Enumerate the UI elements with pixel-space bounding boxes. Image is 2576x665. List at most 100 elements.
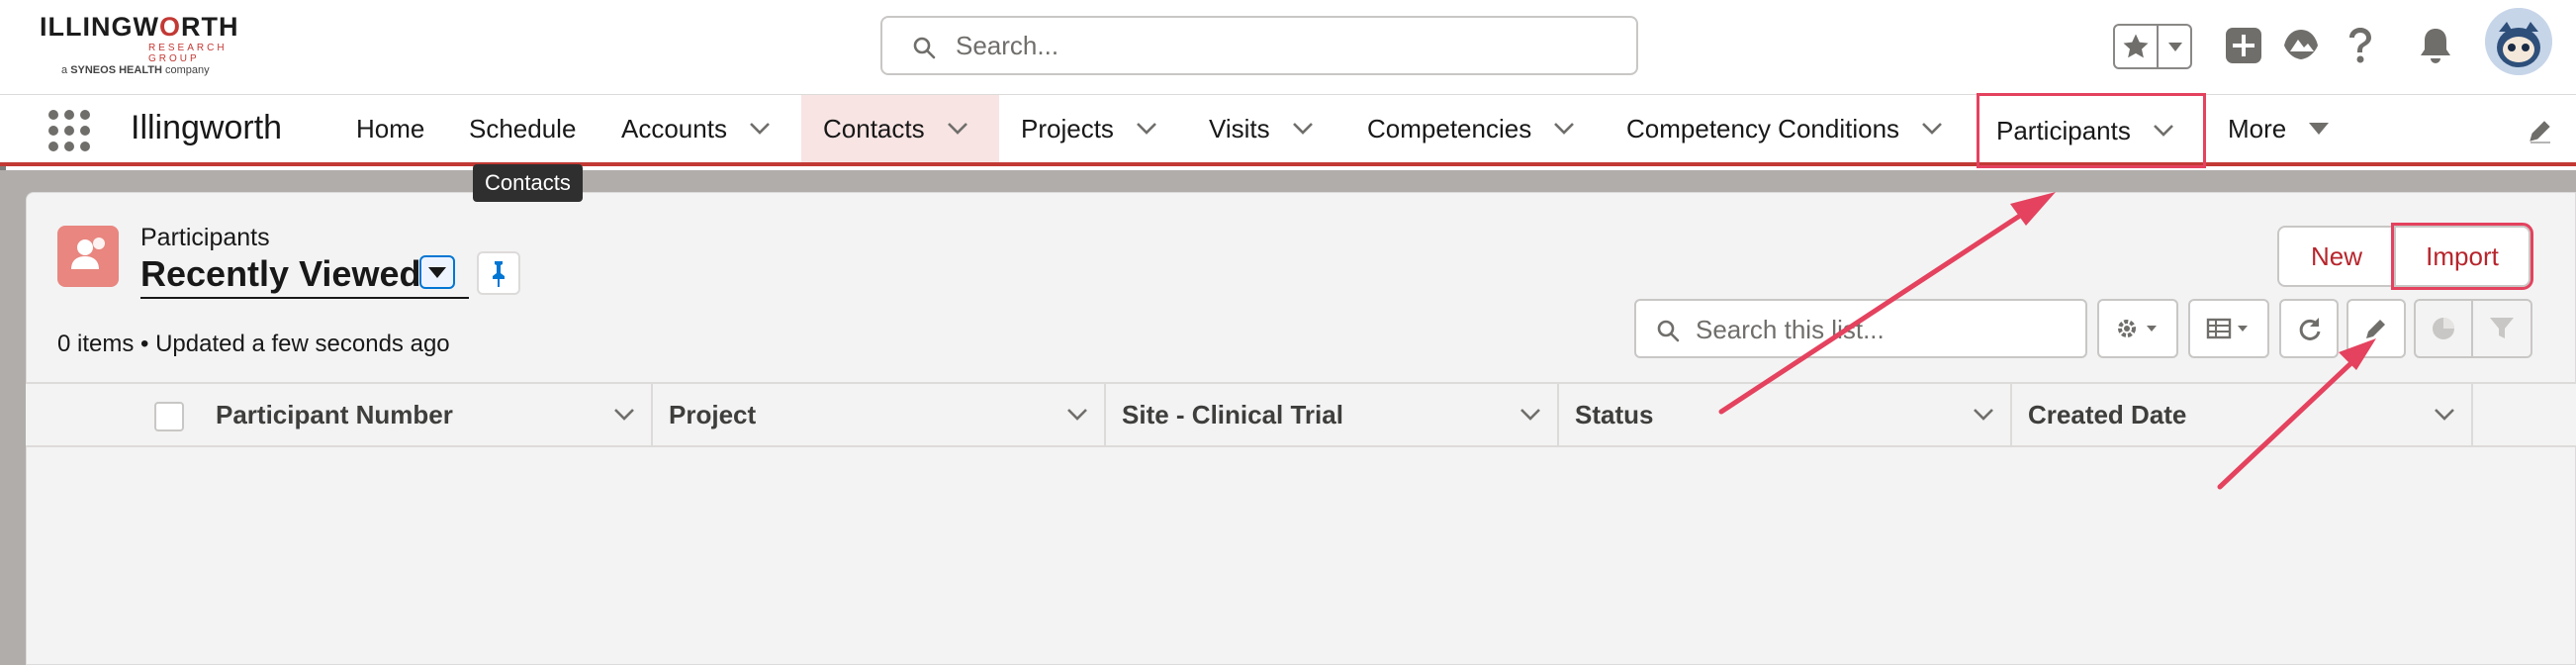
trailhead-icon — [2284, 30, 2318, 59]
list-settings-button[interactable] — [2097, 299, 2178, 358]
table-icon — [2206, 318, 2248, 339]
nav-item-label: Contacts — [823, 113, 925, 143]
column-participant-number[interactable]: Participant Number — [26, 384, 653, 445]
import-button[interactable]: Import — [2391, 223, 2533, 290]
pencil-icon — [2366, 320, 2385, 338]
nav-item-contacts[interactable]: Contacts — [801, 95, 999, 162]
column-label: Status — [1575, 399, 1654, 429]
column-project[interactable]: Project — [653, 384, 1106, 445]
star-icon[interactable] — [2121, 32, 2151, 61]
refresh-icon — [2299, 318, 2321, 340]
help-icon — [2349, 28, 2371, 63]
list-search[interactable] — [1634, 299, 2087, 358]
trailhead-button[interactable] — [2277, 22, 2325, 69]
chevron-down-icon[interactable] — [2434, 408, 2455, 422]
column-label: Participant Number — [216, 399, 453, 429]
chevron-down-icon — [428, 267, 446, 278]
bell-icon — [2421, 29, 2450, 63]
nav-item-label: Accounts — [621, 113, 727, 143]
nav-item-label: Participants — [1996, 115, 2131, 145]
app-name: Illingworth — [131, 109, 283, 146]
logo-company-suffix: company — [164, 64, 210, 76]
column-status[interactable]: Status — [1559, 384, 2012, 445]
nav-item-label: Competency Conditions — [1626, 113, 1900, 143]
chevron-down-icon[interactable] — [1553, 122, 1575, 136]
title-underline — [140, 297, 469, 299]
gear-icon — [2118, 320, 2157, 337]
chevron-down-icon[interactable] — [1292, 122, 1314, 136]
nav-item-schedule[interactable]: Schedule — [469, 95, 576, 162]
column-site-clinical-trial[interactable]: Site - Clinical Trial — [1106, 384, 1559, 445]
contact-icon — [71, 238, 105, 269]
astro-avatar-icon — [2485, 8, 2552, 75]
help-button[interactable] — [2337, 22, 2384, 69]
logo-company-prefix: a — [61, 64, 68, 76]
edit-list-button[interactable] — [2346, 299, 2406, 358]
notifications-button[interactable] — [2412, 22, 2459, 69]
chevron-down-icon[interactable] — [2153, 124, 2174, 138]
chevron-down-icon[interactable] — [749, 122, 771, 136]
pin-list-button[interactable] — [477, 251, 520, 295]
nav-item-label: Visits — [1209, 113, 1270, 143]
chevron-down-icon[interactable] — [613, 408, 635, 422]
filters-button[interactable] — [2471, 299, 2532, 358]
display-as-button[interactable] — [2188, 299, 2269, 358]
company-logo[interactable]: ILLINGWORTH RESEARCH GROUP a SYNEOS HEAL… — [40, 10, 239, 83]
charts-button[interactable] — [2414, 299, 2473, 358]
global-search[interactable] — [880, 16, 1638, 75]
chevron-down-icon[interactable] — [1519, 408, 1541, 422]
list-view-switcher[interactable] — [419, 255, 455, 289]
select-all-checkbox[interactable] — [154, 402, 184, 431]
pencil-icon[interactable] — [2527, 119, 2554, 146]
nav-item-label: Schedule — [469, 113, 577, 143]
nav-item-label: Home — [356, 113, 425, 143]
nav-item-home[interactable]: Home — [356, 95, 424, 162]
chevron-down-icon[interactable] — [947, 122, 968, 136]
column-label: Site - Clinical Trial — [1122, 399, 1343, 429]
nav-item-participants[interactable]: Participants — [1977, 93, 2206, 168]
column-label: Project — [669, 399, 757, 429]
favorites-separator — [2157, 26, 2159, 67]
logo-company: a SYNEOS HEALTH company — [61, 64, 210, 76]
column-created-date[interactable]: Created Date — [2012, 384, 2473, 445]
nav-item-competency-conditions[interactable]: Competency Conditions — [1626, 95, 1943, 162]
logo-subtitle: RESEARCH GROUP — [148, 43, 228, 64]
nav-tooltip: Contacts — [473, 164, 583, 202]
nav-item-more[interactable]: More — [2228, 95, 2330, 162]
nav-item-label: Competencies — [1367, 113, 1532, 143]
nav-item-visits[interactable]: Visits — [1209, 95, 1314, 162]
logo-text-pre: ILLINGW — [40, 12, 159, 42]
logo-company-name: SYNEOS HEALTH — [70, 64, 162, 76]
chevron-down-icon[interactable] — [1136, 122, 1157, 136]
global-actions-button[interactable] — [2220, 22, 2267, 69]
list-status-text: 0 items • Updated a few seconds ago — [57, 331, 450, 357]
nav-item-accounts[interactable]: Accounts — [621, 95, 771, 162]
list-search-input[interactable] — [1696, 311, 2071, 348]
participants-object-icon — [57, 226, 119, 287]
chevron-down-icon[interactable] — [1066, 408, 1088, 422]
table-header: Participant Number Project Site - Clinic… — [26, 382, 2576, 447]
chevron-down-icon[interactable] — [2166, 40, 2184, 53]
column-label: Created Date — [2028, 399, 2187, 429]
chevron-down-icon[interactable] — [1921, 122, 1943, 136]
favorites-button-group[interactable] — [2113, 24, 2192, 69]
nav-item-competencies[interactable]: Competencies — [1367, 95, 1575, 162]
chart-icon — [2433, 318, 2454, 339]
refresh-button[interactable] — [2279, 299, 2339, 358]
object-label: Participants — [140, 224, 270, 251]
nav-item-projects[interactable]: Projects — [1021, 95, 1157, 162]
chevron-down-icon[interactable] — [2308, 122, 2330, 136]
new-button[interactable]: New — [2277, 226, 2394, 287]
global-search-input[interactable] — [956, 26, 1609, 65]
nav-item-label: More — [2228, 113, 2287, 143]
filter-icon — [2490, 318, 2514, 338]
logo-text-o: O — [158, 12, 181, 42]
chevron-down-icon[interactable] — [1973, 408, 1994, 422]
list-view-title[interactable]: Recently Viewed — [140, 253, 420, 295]
pin-icon — [493, 261, 505, 287]
logo-text-post: RTH — [181, 12, 239, 42]
global-header: ILLINGWORTH RESEARCH GROUP a SYNEOS HEAL… — [0, 0, 2576, 95]
nav-item-label: Projects — [1021, 113, 1114, 143]
app-launcher-icon[interactable] — [47, 109, 91, 152]
user-avatar[interactable] — [2485, 8, 2552, 75]
